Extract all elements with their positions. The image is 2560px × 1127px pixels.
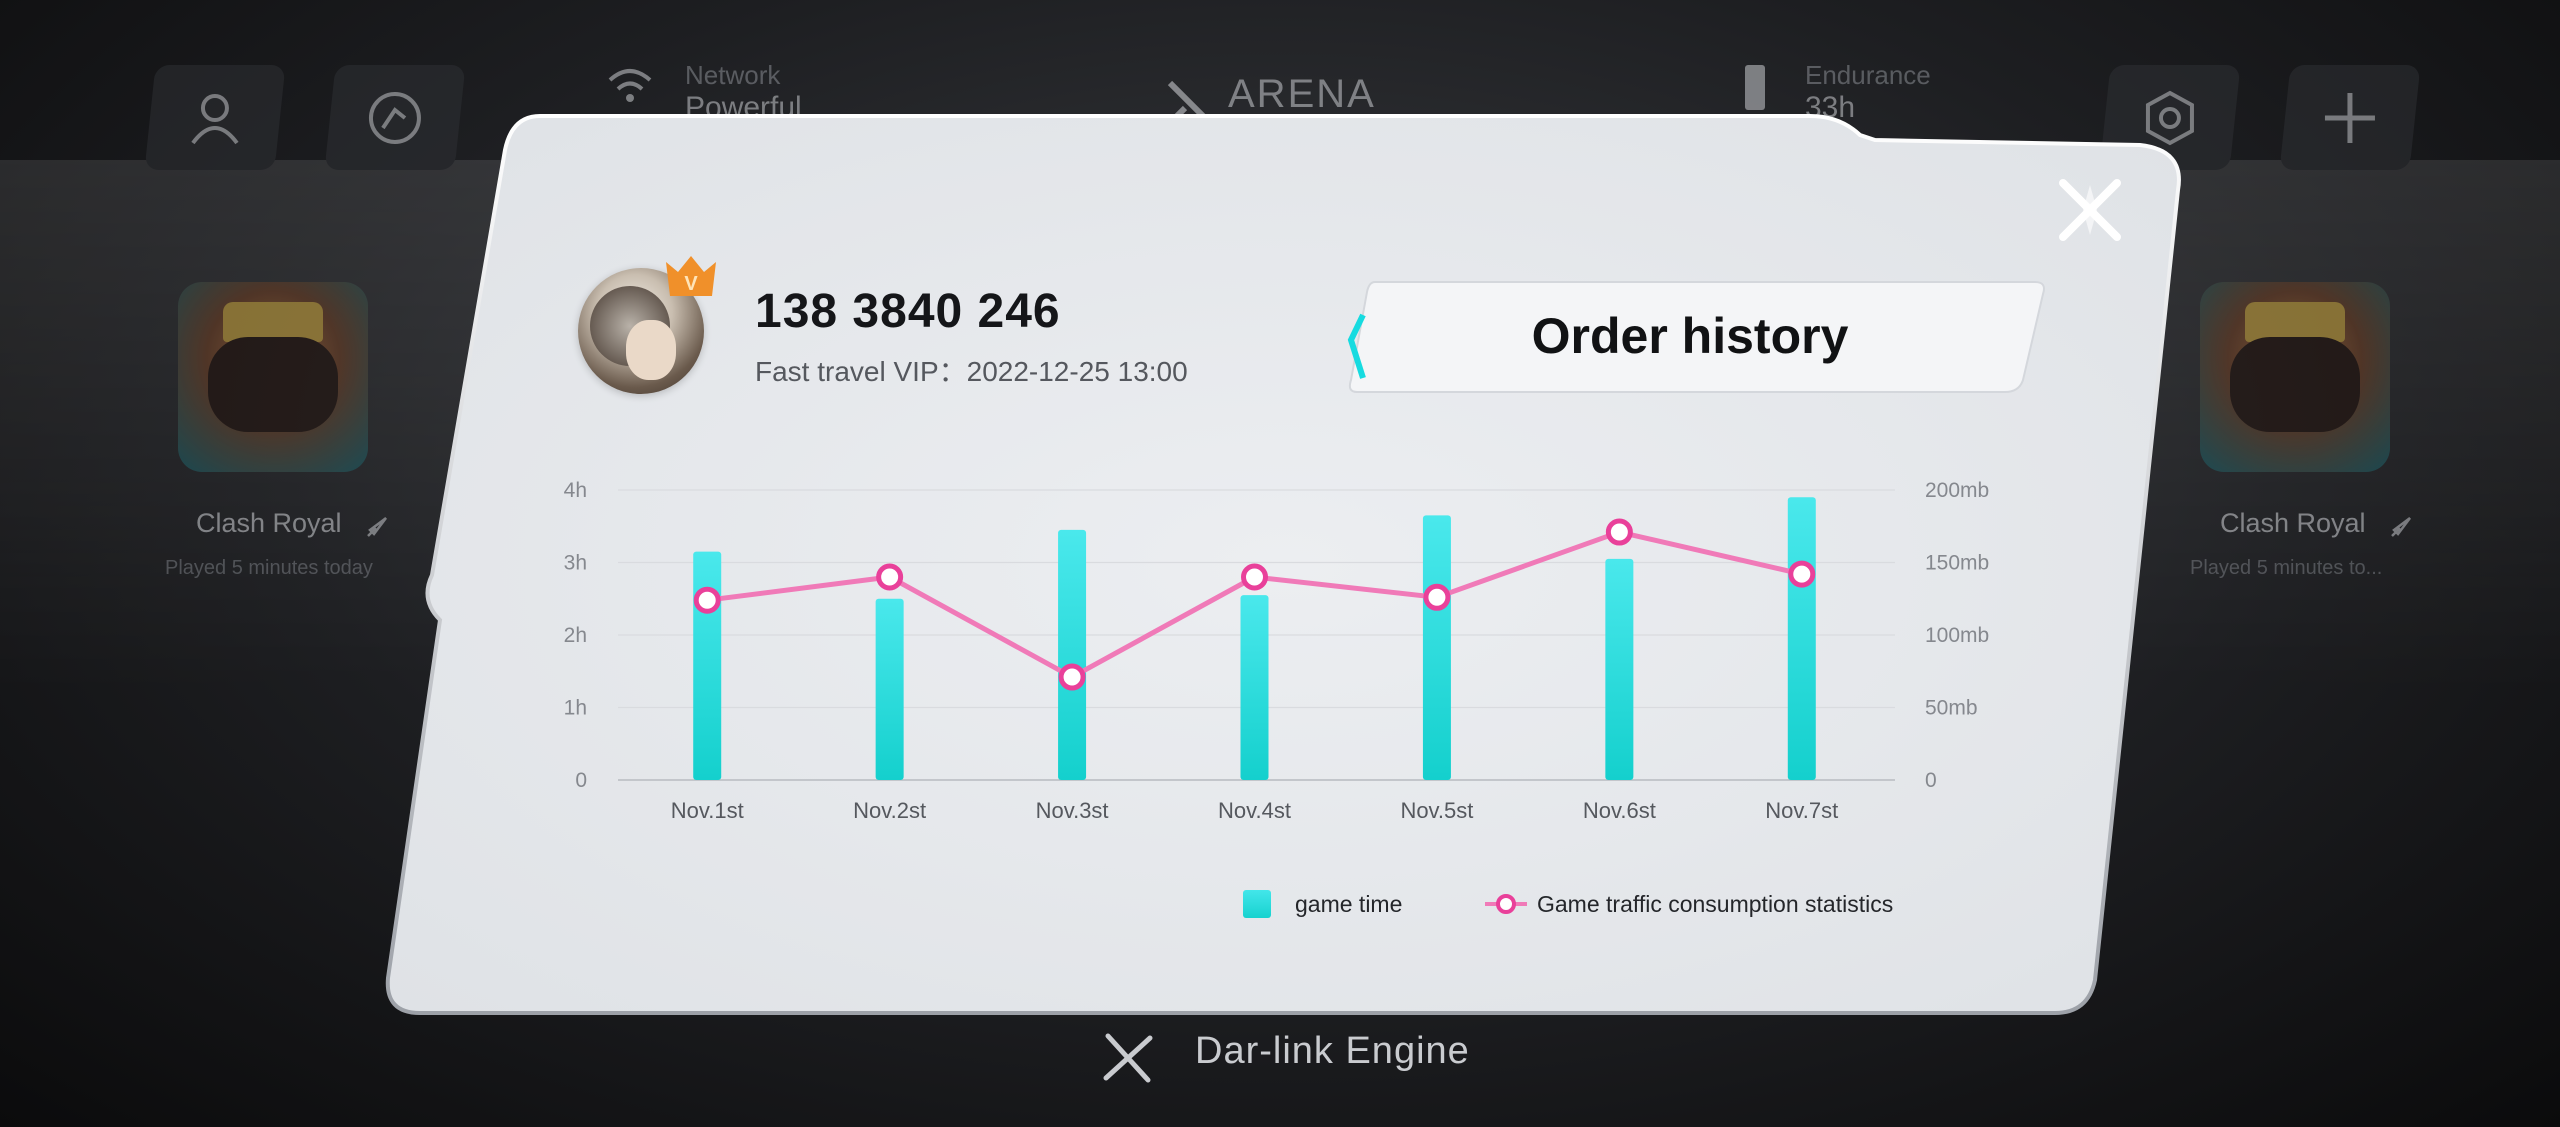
bar-game-time xyxy=(875,598,904,780)
traffic-point xyxy=(1788,560,1816,588)
x-axis-tick: Nov.4st xyxy=(1218,798,1291,823)
left-axis-tick: 4h xyxy=(564,479,587,502)
legend-line-item: Game traffic consumption statistics xyxy=(1483,890,1893,918)
traffic-point xyxy=(1241,563,1268,591)
right-axis-tick: 0 xyxy=(1925,769,1937,792)
traffic-point xyxy=(1423,583,1451,611)
x-axis-tick: Nov.2st xyxy=(853,798,926,823)
order-history-button[interactable]: Order history xyxy=(1345,280,2035,392)
right-axis-tick: 100mb xyxy=(1925,624,1989,647)
vip-expiry: 2022-12-25 13:00 xyxy=(966,356,1188,387)
traffic-chart: 0 0 1h 50mb 2h 100mb 3h 150mb 4h 200mb Nov.1st Nov.… xyxy=(564,479,1990,823)
bar-game-time xyxy=(1422,515,1451,780)
x-axis-tick: Nov.1st xyxy=(671,798,744,823)
bar-game-time xyxy=(1058,529,1087,780)
crown-badge-icon: V xyxy=(666,256,716,296)
vip-status: Fast travel VIP：2022-12-25 13:00 xyxy=(755,350,1188,390)
legend-line-swatch xyxy=(1485,894,1527,914)
close-button[interactable] xyxy=(2055,175,2125,245)
left-axis-tick: 1h xyxy=(564,697,587,720)
vip-label: Fast travel VIP： xyxy=(755,356,967,387)
x-axis-tick: Nov.5st xyxy=(1400,798,1473,823)
close-icon xyxy=(2059,179,2121,241)
legend-bar-swatch xyxy=(1243,890,1271,918)
legend-bar-item: game time xyxy=(1243,890,1402,918)
right-axis-tick: 50mb xyxy=(1925,697,1978,720)
order-modal: V 138 3840 246 Fast travel VIP：2022-12-2… xyxy=(0,0,2560,1127)
legend-line-label: Game traffic consumption statistics xyxy=(1537,890,1894,917)
left-axis-tick: 0 xyxy=(575,769,587,792)
traffic-point xyxy=(1605,518,1633,546)
bar-game-time xyxy=(1605,558,1634,780)
left-axis-tick: 2h xyxy=(564,624,587,647)
x-axis-tick: Nov.3st xyxy=(1036,798,1109,823)
left-axis-tick: 3h xyxy=(564,552,587,575)
vip-badge-letter: V xyxy=(684,273,698,295)
traffic-point xyxy=(693,586,721,614)
traffic-point xyxy=(876,563,904,591)
right-axis-tick: 150mb xyxy=(1925,552,1989,575)
bar-game-time xyxy=(1240,595,1269,780)
traffic-point xyxy=(1058,663,1086,691)
right-axis-tick: 200mb xyxy=(1925,479,1989,502)
x-axis-tick: Nov.6st xyxy=(1583,798,1656,823)
x-axis-tick: Nov.7st xyxy=(1765,798,1838,823)
bar-game-time xyxy=(1787,497,1816,780)
legend-bar-label: game time xyxy=(1295,890,1403,917)
user-phone: 138 3840 246 xyxy=(755,285,1061,338)
bar-game-time xyxy=(693,551,722,780)
